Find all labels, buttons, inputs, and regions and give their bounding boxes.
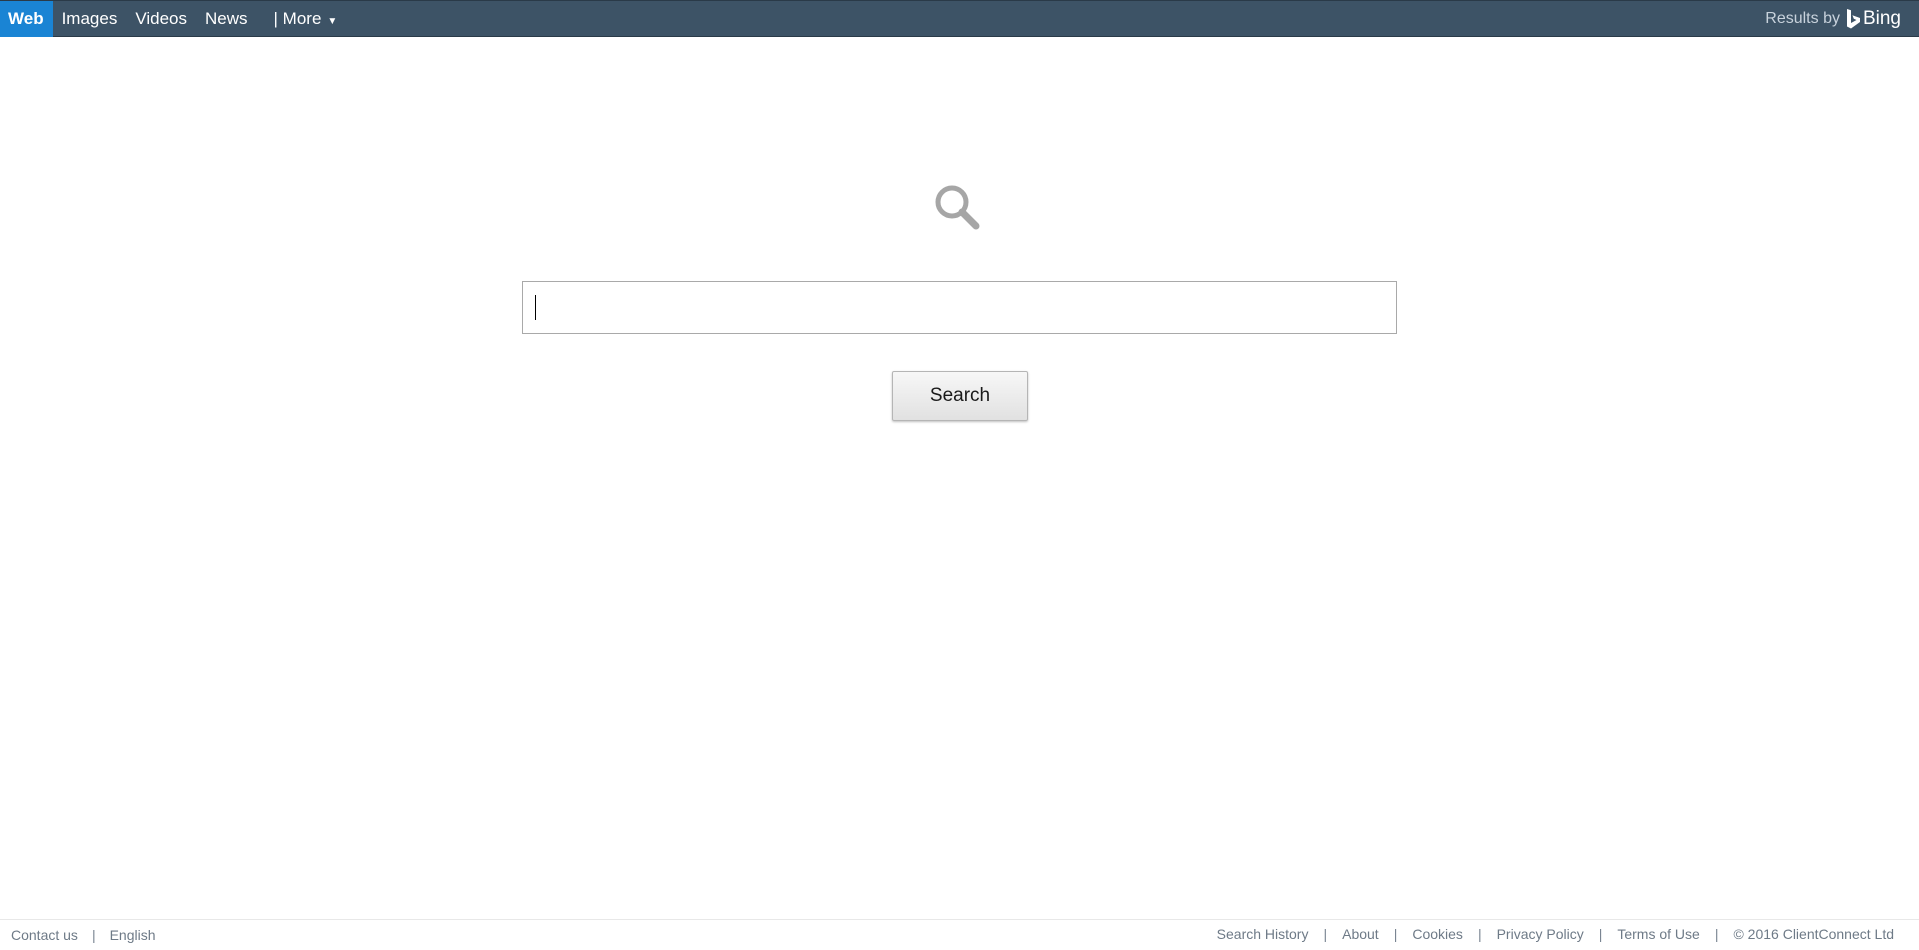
footer-separator: | (91, 927, 96, 943)
bing-b-icon (1846, 9, 1860, 29)
footer-separator: | (1477, 926, 1482, 942)
footer: Contact us | English Search History | Ab… (0, 919, 1919, 950)
cookies-link[interactable]: Cookies (1412, 926, 1463, 942)
nav-more-label: | More (273, 9, 322, 28)
bing-wordmark: Bing (1862, 8, 1901, 29)
nav-more-dropdown[interactable]: | More ▼ (274, 9, 338, 29)
search-vertical-nav: Web Images Videos News | More ▼ (0, 1, 337, 37)
nav-tab-news[interactable]: News (196, 1, 257, 37)
top-navigation-bar: Web Images Videos News | More ▼ Results … (0, 0, 1919, 37)
chevron-down-icon: ▼ (327, 15, 338, 27)
footer-separator: | (1393, 926, 1398, 942)
nav-tab-videos[interactable]: Videos (126, 1, 196, 37)
results-by-label: Results by (1765, 10, 1840, 27)
copyright-text: © 2016 ClientConnect Ltd (1733, 926, 1894, 942)
footer-separator: | (1714, 926, 1719, 942)
search-history-link[interactable]: Search History (1217, 926, 1309, 942)
contact-us-link[interactable]: Contact us (11, 927, 78, 943)
footer-separator: | (1598, 926, 1603, 942)
search-button[interactable]: Search (892, 371, 1028, 421)
terms-of-use-link[interactable]: Terms of Use (1617, 926, 1699, 942)
footer-left-links: Contact us | English (11, 927, 156, 943)
footer-separator: | (1323, 926, 1328, 942)
language-link[interactable]: English (110, 927, 156, 943)
results-by-bing: Results by Bing (1765, 1, 1901, 37)
about-link[interactable]: About (1342, 926, 1379, 942)
search-input[interactable] (522, 281, 1397, 334)
magnifying-glass-icon (932, 182, 982, 232)
bing-logo[interactable]: Bing (1846, 8, 1901, 30)
nav-tab-web[interactable]: Web (0, 1, 53, 37)
footer-right-links: Search History | About | Cookies | Priva… (1217, 926, 1894, 942)
privacy-policy-link[interactable]: Privacy Policy (1497, 926, 1584, 942)
nav-tab-images[interactable]: Images (53, 1, 127, 37)
text-cursor (535, 295, 536, 320)
